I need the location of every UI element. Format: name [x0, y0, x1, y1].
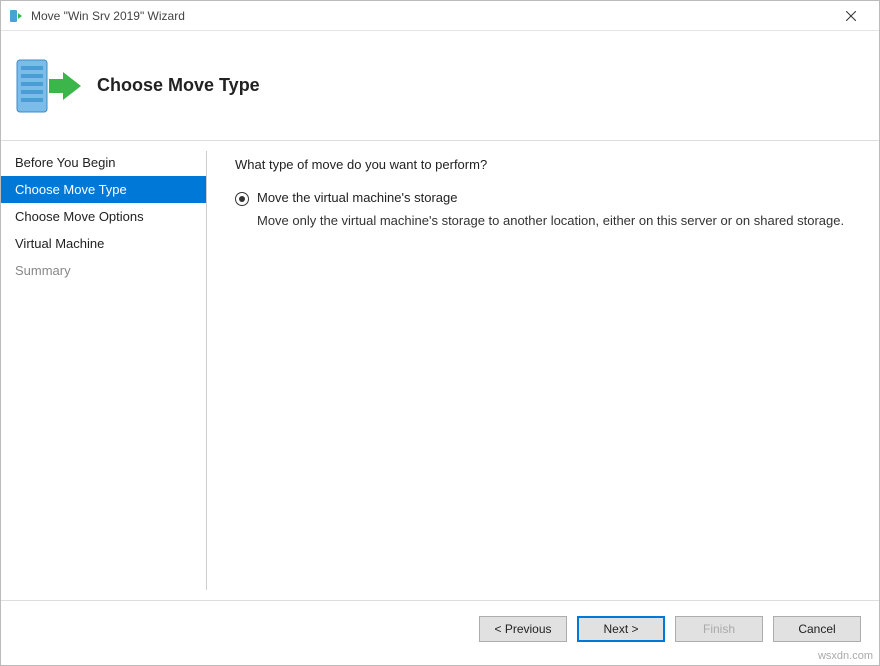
cancel-button[interactable]: Cancel	[773, 616, 861, 642]
wizard-footer: < Previous Next > Finish Cancel	[1, 600, 879, 656]
watermark: wsxdn.com	[818, 650, 873, 662]
radio-option-move-storage[interactable]: Move the virtual machine's storage	[235, 190, 855, 206]
radio-label: Move the virtual machine's storage	[257, 190, 457, 205]
sidebar-step-choose-move-options[interactable]: Choose Move Options	[1, 203, 206, 230]
wizard-body: Before You Begin Choose Move Type Choose…	[1, 141, 879, 600]
wizard-header: Choose Move Type	[1, 31, 879, 141]
next-button[interactable]: Next >	[577, 616, 665, 642]
sidebar-step-choose-move-type[interactable]: Choose Move Type	[1, 176, 206, 203]
previous-button[interactable]: < Previous	[479, 616, 567, 642]
close-button[interactable]	[831, 2, 871, 30]
sidebar-step-before-you-begin[interactable]: Before You Begin	[1, 149, 206, 176]
sidebar-step-virtual-machine[interactable]: Virtual Machine	[1, 230, 206, 257]
sidebar: Before You Begin Choose Move Type Choose…	[1, 141, 206, 600]
titlebar: Move "Win Srv 2019" Wizard	[1, 1, 879, 31]
page-title: Choose Move Type	[97, 75, 260, 96]
radio-description: Move only the virtual machine's storage …	[257, 212, 847, 230]
radio-icon[interactable]	[235, 192, 249, 206]
question-text: What type of move do you want to perform…	[235, 157, 855, 172]
finish-button: Finish	[675, 616, 763, 642]
window-title: Move "Win Srv 2019" Wizard	[31, 9, 831, 23]
sidebar-step-summary: Summary	[1, 257, 206, 284]
wizard-icon	[13, 54, 77, 118]
app-icon	[9, 8, 25, 24]
content-pane: What type of move do you want to perform…	[207, 141, 879, 600]
